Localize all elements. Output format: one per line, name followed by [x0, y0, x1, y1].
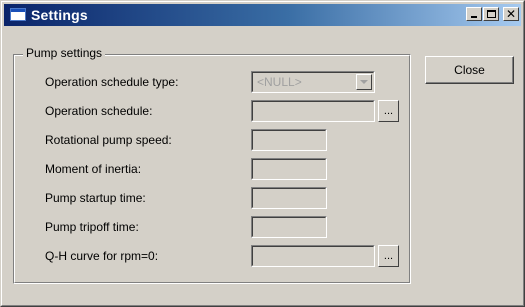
rotational-pump-speed-label: Rotational pump speed: — [45, 133, 172, 147]
qh-curve-browse-button[interactable]: ... — [378, 245, 399, 267]
settings-window: Settings ✕ Pump settings Operation sched… — [0, 0, 525, 307]
moment-of-inertia-label: Moment of inertia: — [45, 162, 142, 176]
close-button[interactable]: Close — [425, 56, 514, 84]
group-title: Pump settings — [23, 46, 106, 60]
close-icon: ✕ — [505, 7, 517, 21]
window-icon — [10, 8, 26, 21]
pump-tripoff-time-field[interactable] — [251, 216, 327, 238]
maximize-icon — [487, 10, 496, 18]
operation-schedule-label: Operation schedule: — [45, 104, 153, 118]
title-bar[interactable]: Settings ✕ — [4, 4, 521, 26]
qh-curve-label: Q-H curve for rpm=0: — [45, 249, 159, 263]
maximize-button[interactable] — [483, 7, 499, 21]
pump-tripoff-time-label: Pump tripoff time: — [45, 220, 139, 234]
moment-of-inertia-field[interactable] — [251, 158, 327, 180]
qh-curve-field[interactable] — [251, 245, 375, 267]
minimize-icon — [471, 16, 477, 18]
window-title: Settings — [31, 7, 88, 23]
operation-schedule-type-combo[interactable]: <NULL> — [251, 71, 375, 93]
operation-schedule-type-label: Operation schedule type: — [45, 75, 179, 89]
rotational-pump-speed-field[interactable] — [251, 129, 327, 151]
pump-startup-time-label: Pump startup time: — [45, 191, 146, 205]
pump-startup-time-field[interactable] — [251, 187, 327, 209]
close-window-button[interactable]: ✕ — [503, 7, 519, 21]
chevron-down-icon[interactable] — [356, 74, 372, 90]
combo-value: <NULL> — [257, 75, 302, 89]
operation-schedule-browse-button[interactable]: ... — [378, 100, 399, 122]
minimize-button[interactable] — [466, 7, 482, 21]
operation-schedule-field[interactable] — [251, 100, 375, 122]
